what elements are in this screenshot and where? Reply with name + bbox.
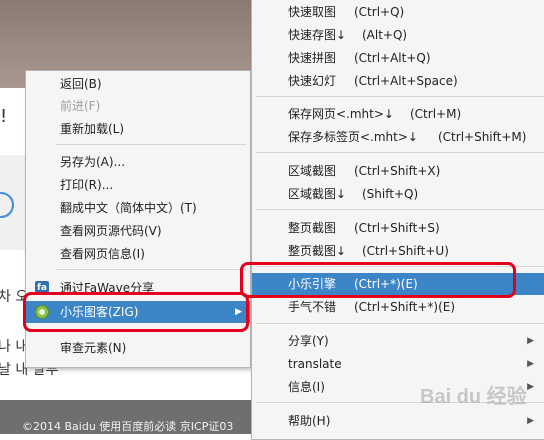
submenu-item-quick-save[interactable]: 快速存图↓ (Alt+Q)	[252, 24, 544, 46]
menu-separator	[256, 96, 544, 97]
submenu-item-region-capture-save[interactable]: 区域截图↓ (Shift+Q)	[252, 183, 544, 205]
menu-item-view-source[interactable]: 查看网页源代码(V)	[26, 220, 250, 242]
baidu-watermark: Bai du 经验	[420, 386, 527, 408]
menu-item-back[interactable]: 返回(B)	[26, 73, 250, 95]
menu-separator	[56, 144, 246, 145]
menu-item-inspect[interactable]: 审查元素(N)	[26, 337, 250, 359]
submenu-item-quick-grab[interactable]: 快速取图 (Ctrl+Q)	[252, 1, 544, 23]
submenu-item-help[interactable]: 帮助(H) ▶	[252, 410, 544, 432]
page-text-line2: 나 내	[0, 339, 29, 355]
submenu-item-translate[interactable]: translate ▶	[252, 353, 544, 375]
submenu-item-full-capture[interactable]: 整页截图 (Ctrl+Shift+S)	[252, 217, 544, 239]
page-text-exclamation: !	[0, 106, 8, 127]
menu-separator	[56, 269, 246, 270]
menu-separator	[256, 209, 544, 210]
submenu-item-save-mht[interactable]: 保存网页<.mht>↓ (Ctrl+M)	[252, 103, 544, 125]
submenu-item-region-capture[interactable]: 区域截图 (Ctrl+Shift+X)	[252, 160, 544, 182]
annotation-box-left	[23, 292, 249, 332]
menu-item-translate[interactable]: 翻成中文（简体中文）(T)	[26, 197, 250, 219]
submenu-item-save-multi-mht[interactable]: 保存多标签页<.mht>↓ (Ctrl+Shift+M)	[252, 126, 544, 148]
submenu-item-lucky[interactable]: 手气不错 (Ctrl+Shift+*)(E)	[252, 296, 544, 318]
menu-item-save-as[interactable]: 另存为(A)...	[26, 151, 250, 173]
menu-separator	[256, 323, 544, 324]
submenu: 快速取图 (Ctrl+Q) 快速存图↓ (Alt+Q) 快速拼图 (Ctrl+Alt+…	[251, 0, 544, 440]
submenu-arrow-icon: ▶	[527, 416, 534, 426]
submenu-arrow-icon: ▶	[527, 336, 534, 346]
submenu-item-share[interactable]: 分享(Y) ▶	[252, 330, 544, 352]
menu-item-print[interactable]: 打印(R)...	[26, 174, 250, 196]
submenu-item-quick-stitch[interactable]: 快速拼图 (Ctrl+Alt+Q)	[252, 47, 544, 69]
submenu-item-full-capture-save[interactable]: 整页截图↓ (Ctrl+Shift+U)	[252, 240, 544, 262]
menu-item-page-info[interactable]: 查看网页信息(I)	[26, 243, 250, 265]
menu-item-reload[interactable]: 重新加载(L)	[26, 118, 250, 140]
page-footer-text: ©2014 Baidu 使用百度前必读 京ICP证03	[22, 420, 234, 433]
menu-item-forward[interactable]: 前进(F)	[26, 95, 250, 117]
annotation-box-right	[240, 262, 516, 298]
submenu-item-quick-slideshow[interactable]: 快速幻灯 (Ctrl+Alt+Space)	[252, 70, 544, 92]
submenu-arrow-icon: ▶	[527, 359, 534, 369]
menu-separator	[256, 152, 544, 153]
